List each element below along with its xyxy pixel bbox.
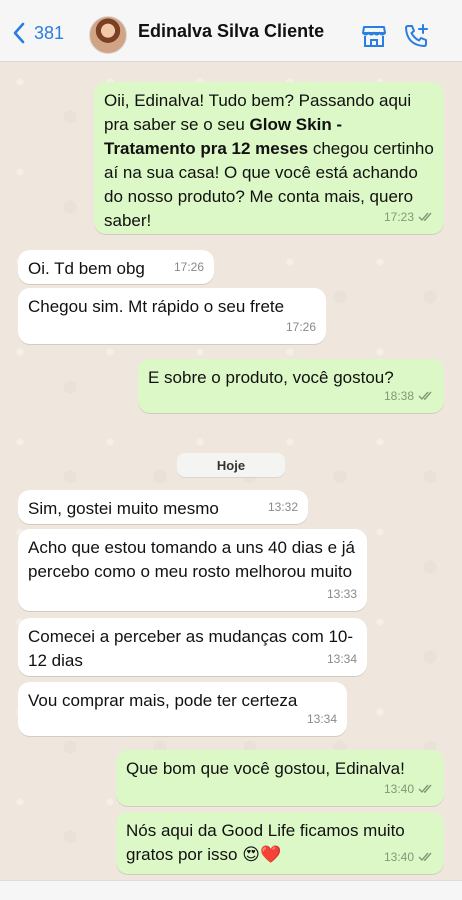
message-bubble-outgoing[interactable]: Nós aqui da Good Life ficamos muito grat…	[116, 812, 444, 874]
read-ticks-icon	[418, 852, 432, 862]
message-meta: 13:34	[307, 707, 337, 731]
message-meta: 13:34	[327, 647, 357, 671]
message-meta: 13:32	[268, 495, 298, 519]
message-meta: 17:26	[174, 255, 204, 279]
message-time: 13:32	[267, 500, 298, 514]
message-time: 13:40	[383, 850, 414, 864]
read-ticks-icon	[418, 212, 432, 222]
store-icon[interactable]	[360, 22, 388, 50]
message-time: 13:34	[326, 652, 357, 666]
chat-area[interactable]: Oii, Edinalva! Tudo bem? Passando aqui p…	[0, 62, 462, 880]
message-meta: 18:38	[384, 384, 434, 408]
message-time: 17:23	[383, 210, 414, 224]
phone-plus-icon[interactable]	[402, 22, 430, 50]
input-bar[interactable]	[0, 880, 462, 900]
date-separator: Hoje	[177, 453, 285, 477]
message-time: 17:26	[285, 320, 316, 334]
message-text: Oi. Td bem obg	[28, 259, 145, 278]
message-bubble-incoming[interactable]: Acho que estou tomando a uns 40 dias e j…	[18, 529, 367, 611]
message-text: Sim, gostei muito mesmo	[28, 499, 219, 518]
read-ticks-icon	[418, 391, 432, 401]
message-bubble-incoming[interactable]: Oi. Td bem obg 17:26	[18, 250, 214, 284]
chevron-left-icon	[13, 22, 25, 44]
message-meta: 13:33	[327, 582, 357, 606]
message-bubble-incoming[interactable]: Comecei a perceber as mudanças com 10-12…	[18, 618, 367, 676]
message-text: E sobre o produto, você gostou?	[148, 368, 394, 387]
unread-count: 381	[34, 22, 65, 43]
message-text: Acho que estou tomando a uns 40 dias e j…	[28, 538, 356, 581]
message-text: Chegou sim. Mt rápido o seu frete	[28, 297, 285, 316]
message-meta: 17:26	[286, 315, 316, 339]
message-text: Que bom que você gostou, Edinalva!	[126, 759, 405, 778]
message-bubble-incoming[interactable]: Sim, gostei muito mesmo 13:32	[18, 490, 308, 524]
message-time: 17:26	[173, 260, 204, 274]
message-time: 18:38	[383, 389, 414, 403]
message-bubble-outgoing[interactable]: Oii, Edinalva! Tudo bem? Passando aqui p…	[94, 82, 444, 234]
message-meta: 17:23	[384, 205, 434, 229]
message-bubble-outgoing[interactable]: Que bom que você gostou, Edinalva! 13:40	[116, 750, 444, 806]
contact-name[interactable]: Edinalva Silva Cliente	[138, 21, 324, 42]
message-time: 13:33	[326, 587, 357, 601]
message-meta: 13:40	[384, 845, 434, 869]
message-text: Nós aqui da Good Life ficamos muito grat…	[126, 821, 405, 864]
message-time: 13:40	[383, 782, 414, 796]
back-button[interactable]: 381	[12, 22, 64, 44]
message-text: Vou comprar mais, pode ter certeza	[28, 691, 298, 710]
chat-header: 381 Edinalva Silva Cliente	[0, 0, 462, 62]
read-ticks-icon	[418, 784, 432, 794]
message-time: 13:34	[306, 712, 337, 726]
message-bubble-incoming[interactable]: Vou comprar mais, pode ter certeza 13:34	[18, 682, 347, 736]
avatar[interactable]	[89, 16, 127, 54]
message-bubble-incoming[interactable]: Chegou sim. Mt rápido o seu frete 17:26	[18, 288, 326, 344]
message-meta: 13:40	[384, 777, 434, 801]
message-bubble-outgoing[interactable]: E sobre o produto, você gostou? 18:38	[138, 359, 444, 413]
message-text: Comecei a perceber as mudanças com 10-12…	[28, 627, 354, 670]
